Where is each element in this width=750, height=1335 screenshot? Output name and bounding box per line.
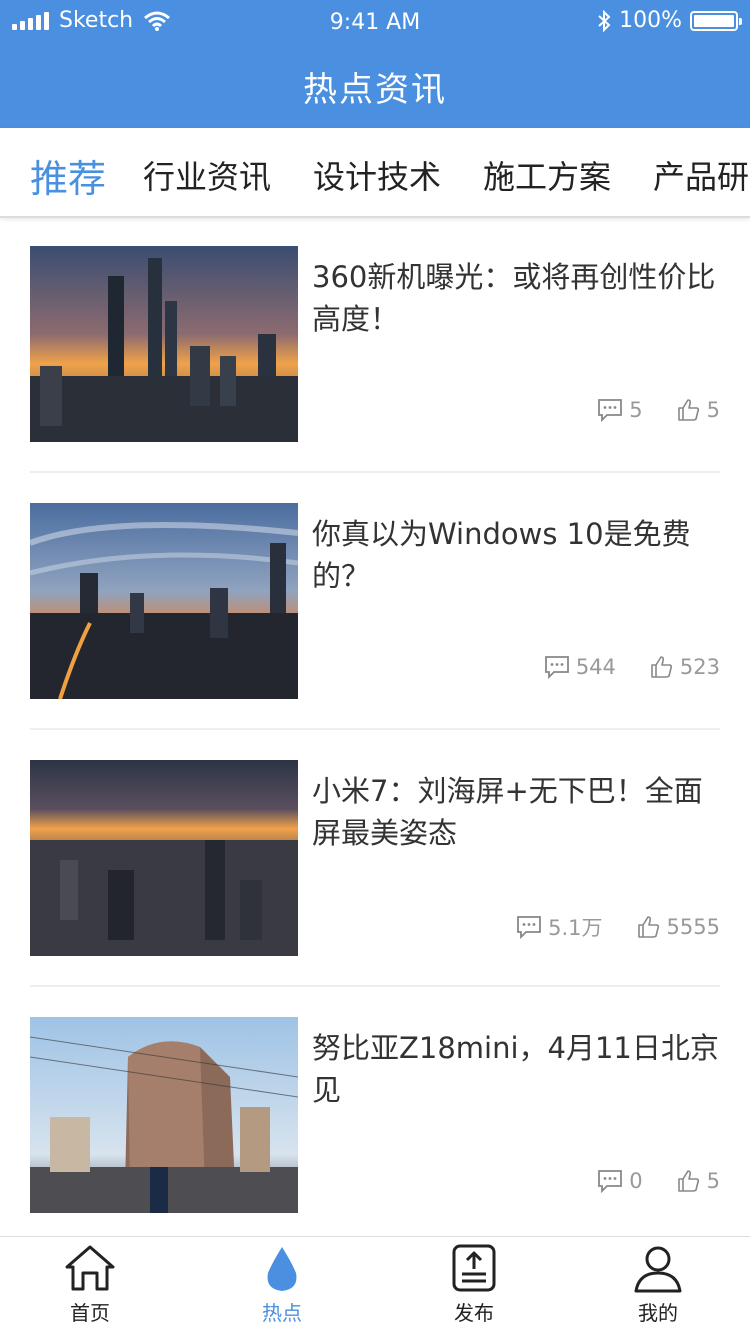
nav-hot-label: 热点	[262, 1301, 302, 1325]
article-meta: 5.1万 5555	[516, 912, 720, 942]
status-right: 100%	[597, 8, 742, 33]
article-meta: 0 5	[597, 1169, 720, 1193]
comment-icon	[544, 656, 569, 679]
thumbs-up-icon	[637, 916, 659, 938]
article-title[interactable]: 努比亚Z18mini，4月11日北京见	[312, 1027, 722, 1111]
thumbs-up-icon	[677, 399, 699, 421]
tab-industry-news[interactable]: 行业资讯	[143, 152, 271, 198]
like-count[interactable]: 523	[650, 655, 720, 679]
tab-product-research[interactable]: 产品研	[653, 152, 749, 198]
app-header: Sketch 9:41 AM 100% 热点资讯	[0, 0, 750, 128]
status-bar: Sketch 9:41 AM 100%	[0, 0, 750, 44]
divider	[30, 471, 720, 473]
page-title: 热点资讯	[303, 70, 447, 110]
thumbs-up-icon	[651, 656, 673, 678]
article-title[interactable]: 360新机曝光：或将再创性价比高度！	[312, 256, 722, 340]
battery-percent: 100%	[619, 8, 682, 33]
thumbs-up-icon	[677, 1170, 699, 1192]
home-icon	[65, 1245, 115, 1291]
article-meta: 5 5	[597, 398, 720, 422]
divider	[30, 985, 720, 987]
article-thumbnail	[30, 503, 298, 699]
nav-profile[interactable]: 我的	[598, 1243, 718, 1326]
divider	[30, 728, 720, 730]
nav-home-label: 首页	[70, 1301, 110, 1325]
nav-publish[interactable]: 发布	[414, 1243, 534, 1326]
nav-hot[interactable]: 热点	[222, 1243, 342, 1326]
article-item[interactable]: 360新机曝光：或将再创性价比高度！ 5 5	[30, 246, 720, 442]
comment-icon	[517, 916, 542, 939]
flame-drop-icon	[267, 1247, 297, 1291]
article-item[interactable]: 小米7：刘海屏+无下巴！全面屏最美姿态 5.1万 5555	[30, 760, 720, 956]
comment-count[interactable]: 5	[597, 398, 643, 422]
like-count[interactable]: 5	[677, 1169, 720, 1193]
tab-design-tech[interactable]: 设计技术	[313, 152, 441, 198]
article-title[interactable]: 你真以为Windows 10是免费的？	[312, 513, 722, 597]
bottom-nav: 首页 热点 发布 我的	[0, 1236, 750, 1335]
comment-count[interactable]: 0	[597, 1169, 643, 1193]
user-icon	[634, 1246, 682, 1293]
nav-profile-label: 我的	[638, 1301, 678, 1325]
tab-construction-plan[interactable]: 施工方案	[483, 152, 611, 198]
article-thumbnail	[30, 760, 298, 956]
comment-count[interactable]: 5.1万	[516, 912, 603, 942]
upload-icon	[452, 1244, 496, 1292]
category-tabs: 推荐 行业资讯 设计技术 施工方案 产品研	[0, 128, 750, 218]
article-thumbnail	[30, 1017, 298, 1213]
bluetooth-icon	[598, 9, 611, 32]
like-count[interactable]: 5	[677, 398, 720, 422]
comment-icon	[598, 1170, 623, 1193]
article-item[interactable]: 你真以为Windows 10是免费的？ 544 523	[30, 503, 720, 699]
battery-icon	[690, 10, 742, 31]
comment-icon	[598, 399, 623, 422]
article-thumbnail	[30, 246, 298, 442]
nav-publish-label: 发布	[454, 1301, 494, 1325]
article-title[interactable]: 小米7：刘海屏+无下巴！全面屏最美姿态	[312, 770, 722, 854]
tab-recommend[interactable]: 推荐	[30, 148, 106, 203]
article-item[interactable]: 努比亚Z18mini，4月11日北京见 0 5	[30, 1017, 720, 1213]
like-count[interactable]: 5555	[637, 915, 720, 939]
comment-count[interactable]: 544	[544, 655, 616, 679]
article-meta: 544 523	[544, 655, 720, 679]
nav-home[interactable]: 首页	[30, 1243, 150, 1326]
